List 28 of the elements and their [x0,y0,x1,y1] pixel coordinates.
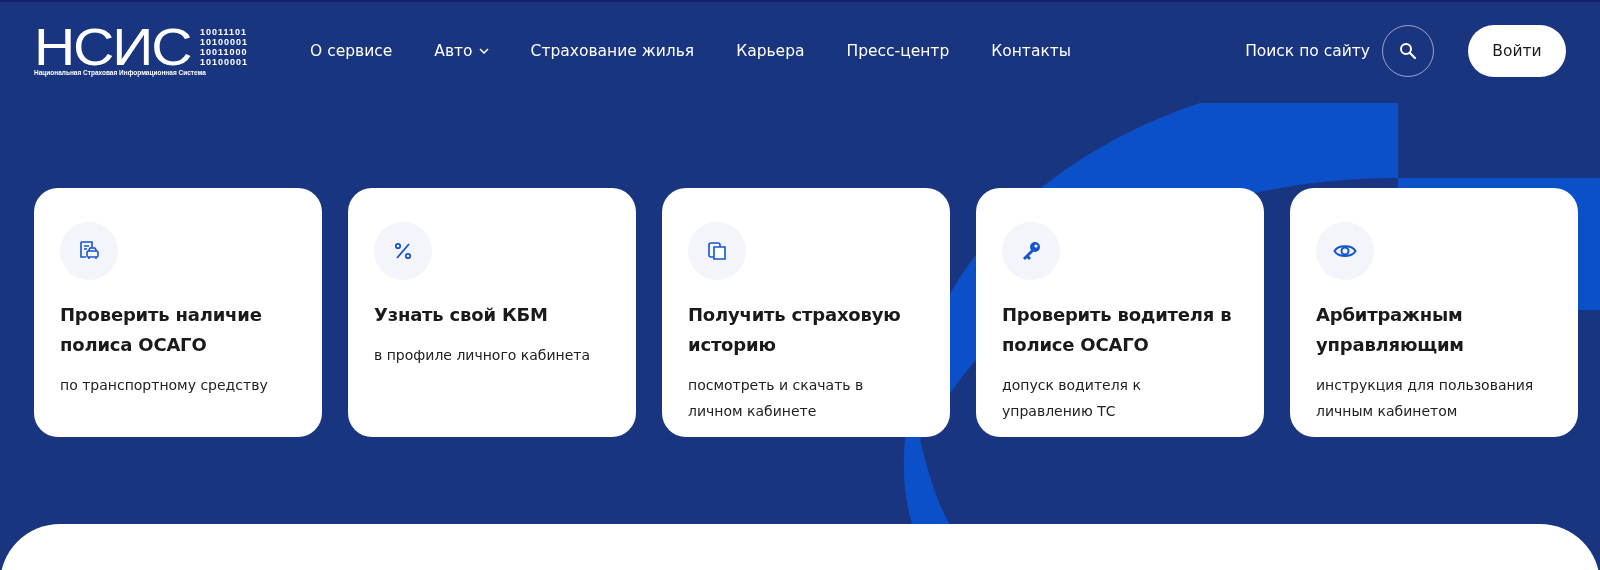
card-title: Узнать свой КБМ [374,303,549,327]
nav-link[interactable]: Авто [434,42,489,60]
card-title: Проверить наличие полиса ОСАГО [60,303,263,357]
service-card[interactable]: Получить страховую историю посмотреть и скачать в личном кабинете [662,188,950,437]
nav-link[interactable]: Карьера [736,42,805,60]
service-card[interactable]: Узнать свой КБМ в профиле личного кабинета [348,188,636,437]
nav-link[interactable]: Страхование жилья [530,42,695,60]
card-title: Проверить водителя в полисе ОСАГО [1002,303,1233,357]
card-subtitle: посмотреть и скачать в личном кабинете [688,376,865,421]
nav-link[interactable]: Контакты [991,42,1072,60]
card-title: Арбитражным управляющим [1316,303,1465,357]
card-subtitle: допуск водителя к управлению ТС [1002,376,1142,421]
card-subtitle: в профиле личного кабинета [374,346,592,365]
logo-wordmark[interactable]: НСИС [34,26,191,67]
logo-binary-text: 10100001 [200,36,249,47]
logo-binary-text: 10011101 [200,26,249,37]
nav-link[interactable]: О сервисе [310,42,393,60]
card-subtitle: по транспортному средству [60,376,269,395]
search-label: Поиск по сайту [1245,42,1370,60]
nav-link[interactable]: Пресс-центр [846,42,950,60]
login-button[interactable]: Войти [1468,25,1566,77]
service-card[interactable]: Проверить наличие полиса ОСАГО по транспортному средству [34,188,322,437]
service-card[interactable]: Арбитражным управляющим инструкция для пользования личным кабинетом [1290,188,1578,437]
card-subtitle: инструкция для пользования личным кабинетом [1316,376,1535,421]
logo-binary-text: 10011000 [200,46,249,57]
card-title: Получить страховую историю [688,303,902,357]
service-card[interactable]: Проверить водителя в полисе ОСАГО допуск водителя к управлению ТС [976,188,1264,437]
logo-binary-text: 10100001 [200,56,249,67]
